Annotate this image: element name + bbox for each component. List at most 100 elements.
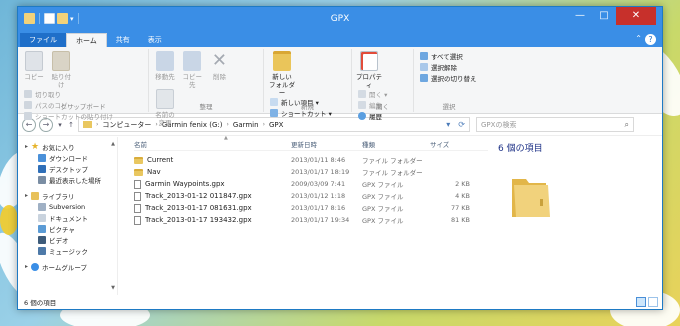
file-name-cell[interactable]: Track_2013-01-17 193432.gpx <box>134 215 291 225</box>
copy-to-button[interactable]: コピー先 <box>180 51 204 89</box>
expand-arrow-icon[interactable]: ▸ <box>25 263 28 270</box>
file-size: 2 KB <box>455 180 470 188</box>
nav-homegroup-label: ホームグループ <box>42 263 87 272</box>
delete-label: 削除 <box>212 73 226 81</box>
nav-item-subversion[interactable]: Subversion <box>18 201 117 212</box>
view-toggle <box>636 297 658 307</box>
nav-homegroup[interactable]: ▸ ホームグループ <box>18 261 117 272</box>
minimize-button[interactable]: — <box>568 7 592 25</box>
column-size[interactable]: サイズ <box>430 139 470 149</box>
file-name: Track_2013-01-12 011847.gpx <box>145 192 252 200</box>
content-area: ▸ ★ お気に入り ダウンロード デスクトップ 最近表示した場所 ▸ ライブラリ <box>18 135 662 295</box>
breadcrumb-computer[interactable]: コンピューター <box>102 120 151 130</box>
tab-share[interactable]: 共有 <box>107 33 139 47</box>
select-none-label: 選択解除 <box>431 63 457 72</box>
nav-scrollbar[interactable]: ▲ ▼ <box>110 141 116 291</box>
paste-button[interactable]: 貼り付け <box>49 51 73 89</box>
search-icon[interactable]: ⌕ <box>625 120 629 130</box>
file-row[interactable]: Track_2013-01-17 193432.gpx 2013/01/17 19… <box>134 214 488 226</box>
file-row[interactable]: Current 2013/01/11 8:46 ファイル フォルダー <box>134 154 488 166</box>
select-all-button[interactable]: すべて選択 <box>420 51 477 61</box>
scroll-down-icon[interactable]: ▼ <box>110 285 116 291</box>
close-button[interactable]: ✕ <box>616 7 656 25</box>
copy-button[interactable]: コピー <box>22 51 46 81</box>
address-row: ← → ▾ ↑ › コンピューター › Garmin fenix (G:) › … <box>18 114 662 136</box>
address-bar[interactable]: › コンピューター › Garmin fenix (G:) › Garmin ›… <box>78 117 470 132</box>
column-date[interactable]: 更新日時 <box>291 139 362 149</box>
desktop-icon <box>38 164 46 173</box>
properties-button[interactable]: プロパティ <box>356 51 382 89</box>
breadcrumb-gpx[interactable]: GPX <box>269 121 283 129</box>
details-view-button[interactable] <box>636 297 646 307</box>
select-group: すべて選択 選択解除 選択の切り替え 選択 <box>414 49 484 112</box>
breadcrumb-separator[interactable]: › <box>226 121 228 128</box>
up-button[interactable]: ↑ <box>67 121 75 129</box>
new-folder-icon <box>273 51 291 71</box>
column-type[interactable]: 種類 <box>362 139 430 149</box>
breadcrumb-separator: › <box>96 121 99 128</box>
rename-label-line1: 名前の <box>155 111 175 119</box>
address-history-dropdown-icon[interactable]: ▾ <box>446 120 450 129</box>
nav-item-videos[interactable]: ビデオ <box>18 234 117 245</box>
file-name: Garmin Waypoints.gpx <box>145 180 225 188</box>
nav-libraries[interactable]: ▸ ライブラリ <box>18 190 117 201</box>
paste-shortcut-button[interactable]: ショートカットの貼り付け <box>24 111 113 121</box>
recent-locations-icon[interactable]: ▾ <box>56 121 64 129</box>
expand-arrow-icon[interactable]: ▸ <box>25 143 28 150</box>
paste-shortcut-icon <box>24 111 32 120</box>
file-name-cell[interactable]: Garmin Waypoints.gpx <box>134 179 291 189</box>
breadcrumb-garmin[interactable]: Garmin <box>233 121 259 129</box>
tab-home[interactable]: ホーム <box>66 33 107 47</box>
file-name-cell[interactable]: Track_2013-01-12 011847.gpx <box>134 191 291 201</box>
move-to-label: 移動先 <box>155 73 175 81</box>
file-date: 2013/01/17 19:34 <box>291 216 350 224</box>
window-controls: — □ ✕ <box>568 7 656 25</box>
nav-item-label: ドキュメント <box>49 214 88 223</box>
file-row[interactable]: Track_2013-01-12 011847.gpx 2013/01/12 1:… <box>134 190 488 202</box>
file-row[interactable]: Nav 2013/01/17 18:19 ファイル フォルダー <box>134 166 488 178</box>
delete-button[interactable]: ✕ 削除 <box>207 51 231 82</box>
open-button[interactable]: 開く ▾ <box>358 89 387 99</box>
copy-label: コピー <box>24 73 44 81</box>
tab-file[interactable]: ファイル <box>20 33 66 47</box>
move-to-button[interactable]: 移動先 <box>153 51 177 81</box>
scroll-up-icon[interactable]: ▲ <box>110 141 116 147</box>
tab-view[interactable]: 表示 <box>139 33 171 47</box>
nav-item-desktop[interactable]: デスクトップ <box>18 163 117 174</box>
nav-favorites[interactable]: ▸ ★ お気に入り <box>18 141 117 152</box>
star-icon: ★ <box>31 141 40 152</box>
move-to-icon <box>156 51 174 71</box>
large-icons-view-button[interactable] <box>648 297 658 307</box>
cut-button[interactable]: 切り取り <box>24 89 113 99</box>
nav-item-downloads[interactable]: ダウンロード <box>18 152 117 163</box>
file-name-cell[interactable]: Nav <box>134 168 291 176</box>
select-none-button[interactable]: 選択解除 <box>420 62 477 72</box>
clipboard-group: コピー 貼り付け 切り取り パスのコピー ショートカットの貼り付け クリップボー… <box>18 49 149 121</box>
ribbon-tabs: ファイル ホーム 共有 表示 ⌃ ? <box>18 33 662 47</box>
title-bar[interactable]: ▾ GPX — □ ✕ <box>18 7 662 33</box>
nav-item-documents[interactable]: ドキュメント <box>18 212 117 223</box>
breadcrumb-separator[interactable]: › <box>263 121 265 128</box>
invert-selection-icon <box>420 73 428 82</box>
new-folder-button[interactable]: 新しい フォルダー <box>268 51 296 97</box>
select-small-buttons: すべて選択 選択解除 選択の切り替え <box>420 51 477 83</box>
file-name-cell[interactable]: Track_2013-01-17 081631.gpx <box>134 203 291 213</box>
nav-item-recent-places[interactable]: 最近表示した場所 <box>18 174 117 185</box>
nav-item-pictures[interactable]: ピクチャ <box>18 223 117 234</box>
file-row[interactable]: Garmin Waypoints.gpx 2009/03/09 7:41 GPX フ… <box>134 178 488 190</box>
search-box[interactable]: GPXの検索 ⌕ <box>476 117 634 132</box>
file-name: Current <box>147 156 174 164</box>
copy-to-label: コピー先 <box>182 73 202 89</box>
nav-item-music[interactable]: ミュージック <box>18 245 117 256</box>
file-row[interactable]: Track_2013-01-17 081631.gpx 2013/01/17 8:… <box>134 202 488 214</box>
paste-shortcut-label: ショートカットの貼り付け <box>35 112 113 121</box>
column-name[interactable]: 名前 <box>134 139 291 149</box>
help-icon[interactable]: ? <box>645 34 656 45</box>
refresh-icon[interactable]: ⟳ <box>458 120 465 129</box>
invert-selection-button[interactable]: 選択の切り替え <box>420 73 477 83</box>
expand-arrow-icon[interactable]: ▸ <box>25 192 28 199</box>
ribbon-collapse-icon[interactable]: ⌃ <box>635 34 642 43</box>
maximize-button[interactable]: □ <box>592 7 616 25</box>
file-name-cell[interactable]: Current <box>134 156 291 164</box>
history-button[interactable]: 履歴 <box>358 111 387 121</box>
